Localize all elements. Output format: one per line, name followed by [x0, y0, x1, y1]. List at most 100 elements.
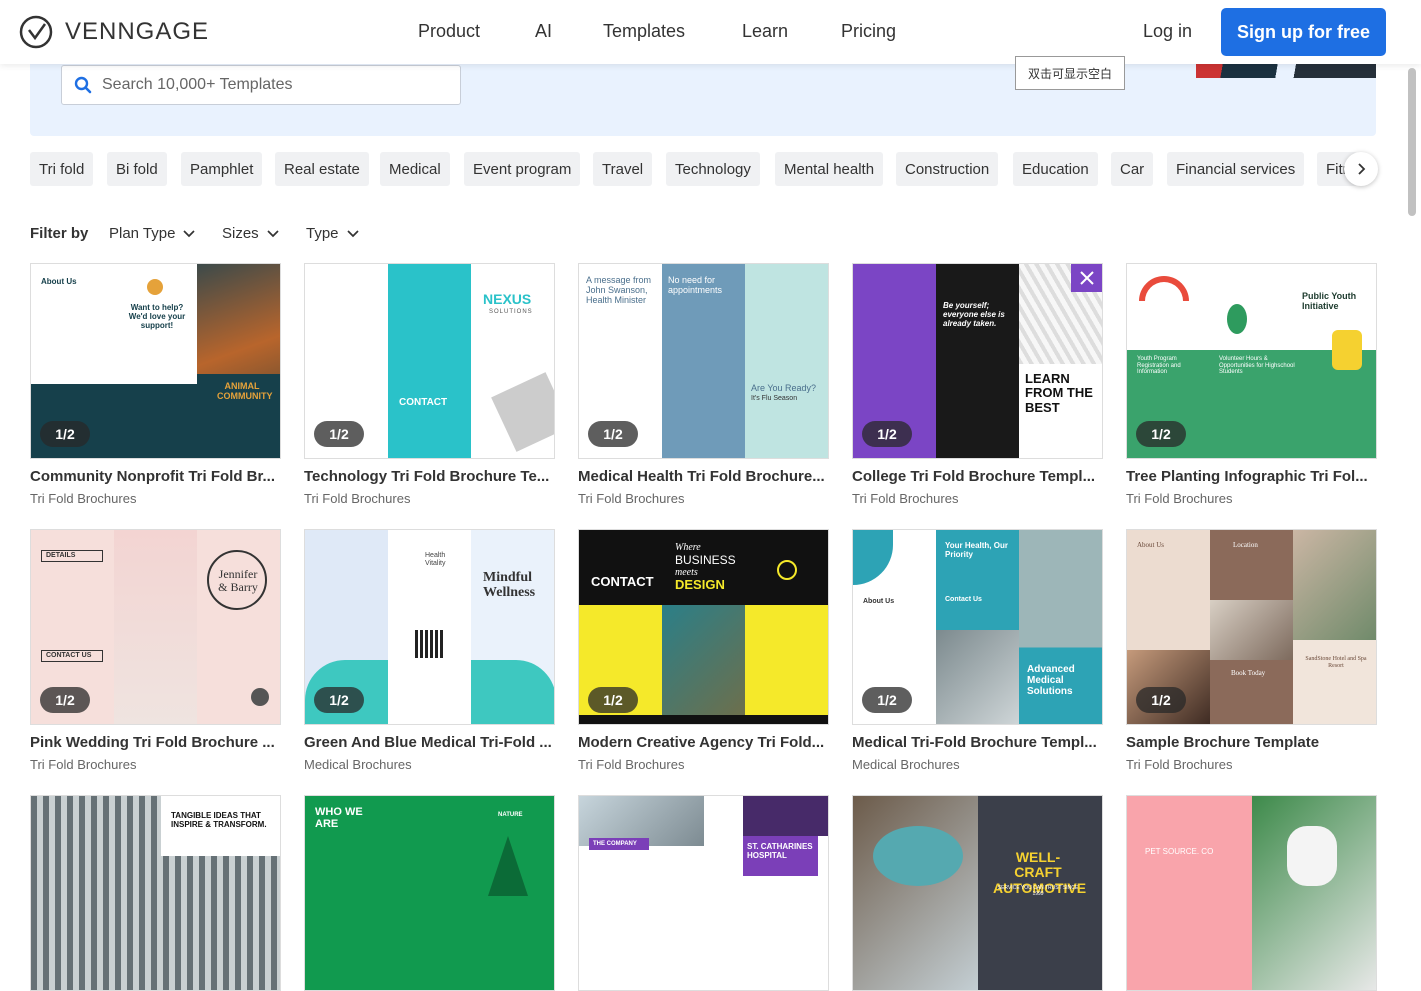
page-count-badge: 1/2 — [1136, 687, 1186, 713]
top-nav: VENNGAGE Product AI Templates Learn Pric… — [0, 0, 1421, 64]
page-count-badge: 1/2 — [314, 421, 364, 447]
template-title[interactable]: Green And Blue Medical Tri-Fold ... — [304, 734, 555, 751]
template-thumbnail[interactable]: PET SOURCE. CO — [1126, 795, 1377, 991]
template-category[interactable]: Tri Fold Brochures — [1126, 491, 1377, 506]
template-thumbnail[interactable]: Be yourself; everyone else is already ta… — [852, 263, 1103, 459]
template-card[interactable]: Health Vitality Mindful Wellness 1/2 Gre… — [304, 529, 555, 772]
template-card[interactable]: PET SOURCE. CO — [1126, 795, 1377, 991]
template-card[interactable]: TANGIBLE IDEAS THAT INSPIRE & TRANSFORM. — [30, 795, 281, 991]
chevron-down-icon — [267, 229, 279, 237]
chip-pamphlet[interactable]: Pamphlet — [181, 152, 263, 186]
template-thumbnail[interactable]: WHO WE ARE NATURE — [304, 795, 555, 991]
menu-templates[interactable]: Templates — [603, 21, 685, 42]
template-thumbnail[interactable]: Public Youth Initiative Youth Program Re… — [1126, 263, 1377, 459]
chip-education[interactable]: Education — [1013, 152, 1098, 186]
template-category[interactable]: Tri Fold Brochures — [304, 491, 555, 506]
chip-event-program[interactable]: Event program — [464, 152, 581, 186]
template-thumbnail[interactable]: About Us Location Book Today SandStone H… — [1126, 529, 1377, 725]
chip-travel[interactable]: Travel — [593, 152, 653, 186]
template-card[interactable]: WHO WE ARE NATURE — [304, 795, 555, 991]
close-icon[interactable] — [1078, 269, 1096, 287]
template-thumbnail[interactable]: A message from John Swanson, Health Mini… — [578, 263, 829, 459]
template-card[interactable]: About Us Want to help? We'd love your su… — [30, 263, 281, 506]
chip-technology[interactable]: Technology — [666, 152, 760, 186]
filter-label: Filter by — [30, 225, 89, 242]
menu-product[interactable]: Product — [418, 21, 480, 42]
template-thumbnail[interactable]: WELL-CRAFT AUTOMOTIVE SERVICE YOU CAN TR… — [852, 795, 1103, 991]
page-count-badge: 1/2 — [862, 421, 912, 447]
template-thumbnail[interactable]: TANGIBLE IDEAS THAT INSPIRE & TRANSFORM. — [30, 795, 281, 991]
template-title[interactable]: Medical Tri-Fold Brochure Templ... — [852, 734, 1103, 751]
search-icon — [74, 76, 92, 94]
page-count-badge: 1/2 — [1136, 421, 1186, 447]
template-thumbnail[interactable]: THE COMPANY ST. CATHARINES HOSPITAL — [578, 795, 829, 991]
filter-type[interactable]: Type — [306, 225, 359, 242]
template-category[interactable]: Medical Brochures — [852, 757, 1103, 772]
chip-real-estate[interactable]: Real estate — [275, 152, 369, 186]
page-count-badge: 1/2 — [588, 687, 638, 713]
login-link[interactable]: Log in — [1143, 21, 1192, 42]
tooltip: 双击可显示空白 — [1015, 56, 1125, 90]
page-count-badge: 1/2 — [588, 421, 638, 447]
template-card[interactable]: CONTACT Where BUSINESS meets DESIGN 1/2 … — [578, 529, 829, 772]
template-thumbnail[interactable]: Your Health, Our Priority About Us Conta… — [852, 529, 1103, 725]
menu-ai[interactable]: AI — [535, 21, 552, 42]
template-title[interactable]: Pink Wedding Tri Fold Brochure ... — [30, 734, 281, 751]
chevron-right-icon — [1358, 163, 1366, 175]
template-card[interactable]: Public Youth Initiative Youth Program Re… — [1126, 263, 1377, 506]
template-card[interactable]: Be yourself; everyone else is already ta… — [852, 263, 1103, 506]
template-title[interactable]: Technology Tri Fold Brochure Te... — [304, 468, 555, 485]
template-category[interactable]: Tri Fold Brochures — [578, 491, 829, 506]
template-title[interactable]: College Tri Fold Brochure Templ... — [852, 468, 1103, 485]
search-input[interactable]: Search 10,000+ Templates — [102, 76, 293, 94]
menu-learn[interactable]: Learn — [742, 21, 788, 42]
filter-sizes[interactable]: Sizes — [222, 225, 279, 242]
template-title[interactable]: Tree Planting Infographic Tri Fol... — [1126, 468, 1377, 485]
chips-next-button[interactable] — [1344, 152, 1378, 186]
template-thumbnail[interactable]: Health Vitality Mindful Wellness 1/2 — [304, 529, 555, 725]
chip-car[interactable]: Car — [1111, 152, 1154, 186]
chip-tri-fold[interactable]: Tri fold — [30, 152, 94, 186]
template-category[interactable]: Tri Fold Brochures — [30, 757, 281, 772]
template-card[interactable]: DETAILS CONTACT US Jennifer & Barry 1/2 … — [30, 529, 281, 772]
template-category[interactable]: Tri Fold Brochures — [578, 757, 829, 772]
chip-bi-fold[interactable]: Bi fold — [107, 152, 167, 186]
template-thumbnail[interactable]: NEXUS SOLUTIONS CONTACT 1/2 — [304, 263, 555, 459]
brand-name: VENNGAGE — [65, 18, 210, 45]
chip-financial-services[interactable]: Financial services — [1167, 152, 1305, 186]
template-card[interactable]: A message from John Swanson, Health Mini… — [578, 263, 829, 506]
signup-button[interactable]: Sign up for free — [1221, 8, 1386, 56]
template-card[interactable]: THE COMPANY ST. CATHARINES HOSPITAL — [578, 795, 829, 991]
page-count-badge: 1/2 — [314, 687, 364, 713]
template-title[interactable]: Community Nonprofit Tri Fold Br... — [30, 468, 281, 485]
chevron-down-icon — [346, 229, 359, 237]
template-category[interactable]: Tri Fold Brochures — [852, 491, 1103, 506]
menu-pricing[interactable]: Pricing — [841, 21, 896, 42]
template-category[interactable]: Tri Fold Brochures — [30, 491, 281, 506]
page-count-badge: 1/2 — [40, 421, 90, 447]
page-count-badge: 1/2 — [862, 687, 912, 713]
template-card[interactable]: WELL-CRAFT AUTOMOTIVE SERVICE YOU CAN TR… — [852, 795, 1103, 991]
template-category[interactable]: Medical Brochures — [304, 757, 555, 772]
chip-mental-health[interactable]: Mental health — [775, 152, 884, 186]
template-thumbnail[interactable]: DETAILS CONTACT US Jennifer & Barry 1/2 — [30, 529, 281, 725]
search-box[interactable]: Search 10,000+ Templates — [61, 65, 461, 105]
filter-plan-type[interactable]: Plan Type — [109, 225, 196, 242]
chip-construction[interactable]: Construction — [896, 152, 999, 186]
category-chips: Tri fold Bi fold Pamphlet Real estate Me… — [30, 152, 1376, 186]
template-card[interactable]: About Us Location Book Today SandStone H… — [1126, 529, 1377, 772]
template-title[interactable]: Medical Health Tri Fold Brochure... — [578, 468, 829, 485]
template-thumbnail[interactable]: CONTACT Where BUSINESS meets DESIGN 1/2 — [578, 529, 829, 725]
template-card[interactable]: NEXUS SOLUTIONS CONTACT 1/2 Technology T… — [304, 263, 555, 506]
page-count-badge: 1/2 — [40, 687, 90, 713]
page-scrollbar[interactable] — [1408, 68, 1416, 216]
venngage-logo[interactable]: VENNGAGE — [19, 15, 209, 49]
chevron-down-icon — [183, 229, 196, 237]
template-title[interactable]: Sample Brochure Template — [1126, 734, 1377, 751]
hero-banner: Search 10,000+ Templates — [30, 60, 1376, 136]
template-category[interactable]: Tri Fold Brochures — [1126, 757, 1377, 772]
template-title[interactable]: Modern Creative Agency Tri Fold... — [578, 734, 829, 751]
chip-medical[interactable]: Medical — [380, 152, 450, 186]
template-card[interactable]: Your Health, Our Priority About Us Conta… — [852, 529, 1103, 772]
template-thumbnail[interactable]: About Us Want to help? We'd love your su… — [30, 263, 281, 459]
